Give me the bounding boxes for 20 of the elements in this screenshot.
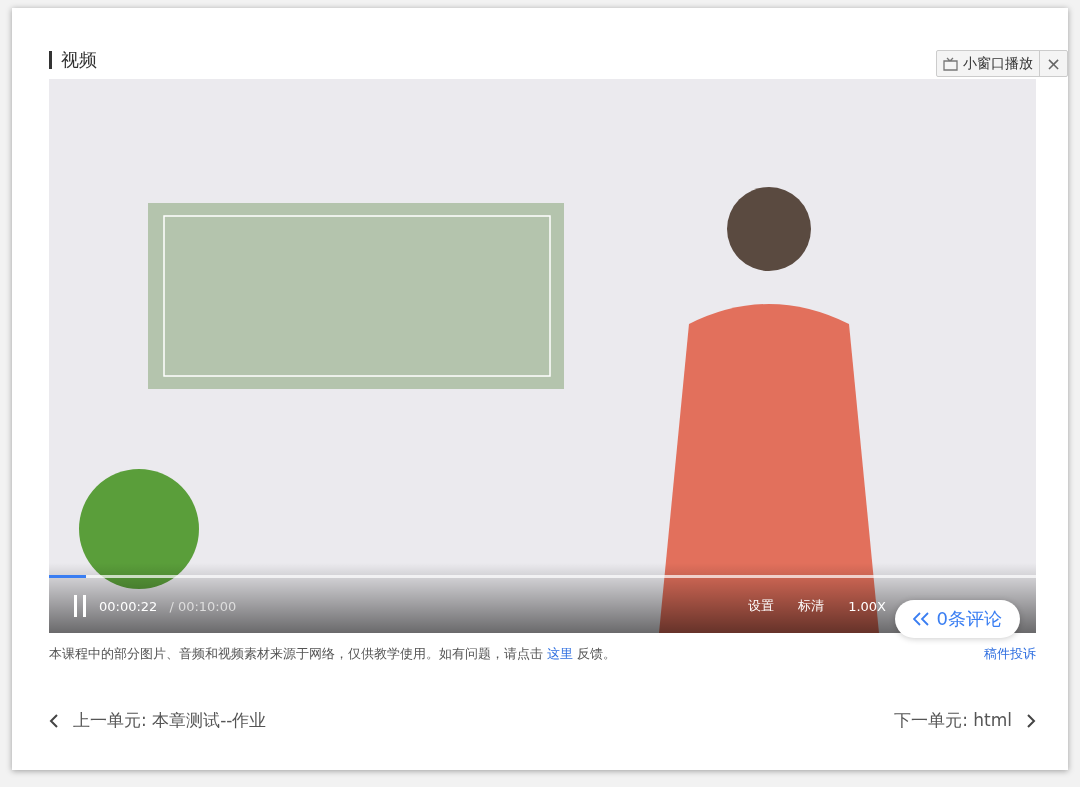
quality-button[interactable]: 标清: [798, 597, 825, 615]
pause-icon[interactable]: [73, 595, 87, 617]
chevron-right-icon: [1026, 712, 1036, 729]
tv-icon: [942, 56, 958, 71]
speed-button[interactable]: 1.00X: [848, 597, 886, 615]
mini-player-button[interactable]: 小窗口播放: [936, 51, 1039, 76]
section-title: 视频: [49, 51, 97, 69]
double-chevron-icon: [912, 612, 929, 626]
settings-button[interactable]: 设置: [748, 597, 775, 615]
next-unit-link[interactable]: 下一单元: html: [894, 709, 1036, 732]
comments-button[interactable]: 0条评论: [894, 600, 1020, 638]
chevron-left-icon: [49, 712, 59, 729]
progress-track[interactable]: [49, 575, 1036, 578]
feedback-link[interactable]: 这里: [547, 646, 574, 661]
close-button[interactable]: ×: [1038, 51, 1067, 76]
current-time: 00:00:22: [99, 598, 158, 614]
previous-unit-link[interactable]: 上一单元: 本章测试--作业: [49, 709, 267, 732]
report-link[interactable]: 稿件投诉: [984, 645, 1036, 663]
duration: / 00:10:00: [169, 598, 237, 614]
copyright-notice: 本课程中的部分图片、音频和视频素材来源于网络，仅供教学使用。如有问题，请点击 这里 反馈。: [49, 645, 617, 663]
